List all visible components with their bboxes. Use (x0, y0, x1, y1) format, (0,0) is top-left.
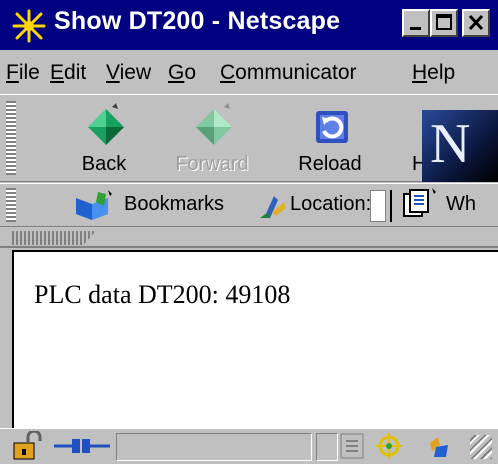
whats-related-icon[interactable] (400, 188, 440, 222)
progress-panel (316, 433, 338, 461)
menu-go-label: o (184, 61, 197, 84)
netscape-sparkle-icon (12, 9, 46, 43)
menu-file-mnemonic: F (6, 61, 19, 84)
menu-help-label: elp (427, 61, 456, 84)
menu-bar: File Edit View Go Communicator Help (0, 51, 498, 93)
mail-component-icon[interactable] (428, 435, 450, 459)
location-grip[interactable] (6, 188, 16, 222)
page-content: PLC data DT200: 49108 (12, 250, 498, 428)
menu-view-label: iew (119, 61, 152, 84)
bookmarks-icon[interactable] (74, 190, 114, 222)
resize-grip[interactable] (470, 435, 492, 459)
back-label: Back (81, 153, 127, 175)
back-button[interactable]: Back (64, 99, 144, 179)
menu-go-mnemonic: G (168, 61, 185, 84)
component-bar-frame-icon (340, 433, 364, 459)
close-button[interactable] (462, 9, 490, 37)
navigator-component-icon[interactable] (372, 431, 406, 461)
menu-view[interactable]: View (106, 61, 151, 85)
location-icon[interactable] (258, 192, 288, 220)
menu-communicator-label: ommunicator (235, 61, 357, 84)
back-arrow-icon (88, 103, 124, 145)
connection-plug-icon[interactable] (52, 433, 112, 459)
netscape-logo[interactable]: N (422, 110, 498, 182)
forward-label: Forward (175, 153, 249, 175)
menu-edit-label: dit (64, 61, 87, 84)
menu-help[interactable]: Help (412, 61, 455, 85)
title-bar[interactable]: Show DT200 - Netscape (0, 0, 498, 50)
window-title: Show DT200 - Netscape (54, 7, 341, 35)
forward-button[interactable]: Forward (172, 99, 252, 179)
minimize-button[interactable] (402, 9, 430, 37)
home-button[interactable]: H (380, 99, 426, 179)
menu-view-mnemonic: V (106, 61, 120, 84)
location-label: Location: (290, 193, 372, 215)
menu-go[interactable]: Go (168, 61, 196, 85)
location-field-edge (390, 190, 392, 222)
reload-label: Reload (298, 153, 362, 175)
menu-communicator[interactable]: Communicator (220, 61, 357, 85)
menu-help-mnemonic: H (412, 61, 428, 84)
netscape-window: Show DT200 - Netscape File Edit View Go … (0, 0, 498, 464)
status-bar (0, 428, 498, 464)
reload-icon (316, 111, 348, 143)
menu-communicator-mnemonic: C (220, 61, 236, 84)
menu-edit-mnemonic: E (50, 61, 65, 84)
plc-data-text: PLC data DT200: 49108 (34, 280, 291, 309)
menu-edit[interactable]: Edit (50, 61, 86, 85)
bookmarks-label[interactable]: Bookmarks (124, 193, 224, 216)
close-icon (468, 14, 484, 31)
status-message-panel (116, 433, 312, 461)
reload-button[interactable]: Reload (290, 99, 370, 179)
netscape-logo-letter: N (430, 113, 471, 175)
toolbar-grip[interactable] (6, 101, 16, 175)
toolbar-collapse-tab[interactable] (12, 231, 96, 245)
location-toolbar: Bookmarks Location: Wh (0, 183, 498, 227)
menu-file-label: ile (18, 61, 40, 84)
location-input[interactable] (370, 190, 386, 222)
maximize-icon (436, 14, 452, 30)
maximize-button[interactable] (430, 9, 458, 37)
collapsed-toolbar-strip (0, 228, 498, 248)
lock-icon[interactable] (10, 431, 44, 461)
forward-arrow-icon (196, 103, 232, 145)
minimize-icon (410, 27, 421, 30)
whats-related-label-partial[interactable]: Wh (446, 193, 476, 216)
menu-file[interactable]: File (6, 61, 40, 85)
